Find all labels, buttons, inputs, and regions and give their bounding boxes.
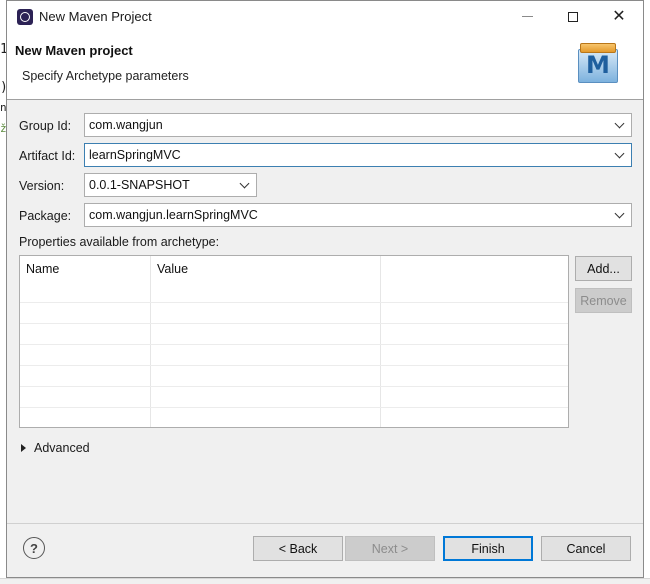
window-title: New Maven Project (39, 9, 152, 24)
next-button[interactable]: Next > (345, 536, 435, 561)
advanced-label: Advanced (34, 441, 90, 455)
minimize-icon (521, 16, 533, 17)
properties-label: Properties available from archetype: (19, 235, 220, 249)
row-divider (20, 407, 568, 408)
new-maven-project-dialog: New Maven Project ✕ New Maven project Sp… (6, 0, 644, 578)
row-divider (20, 302, 568, 303)
help-icon[interactable]: ? (23, 537, 45, 559)
version-value: 0.0.1-SNAPSHOT (89, 178, 190, 192)
chevron-down-icon[interactable] (615, 119, 626, 130)
version-label: Version: (19, 179, 65, 193)
package-combo[interactable]: com.wangjun.learnSpringMVC (84, 203, 632, 227)
page-subtitle: Specify Archetype parameters (22, 69, 189, 83)
column-divider (150, 256, 151, 427)
artifact-id-value: learnSpringMVC (89, 148, 181, 162)
back-button[interactable]: < Back (253, 536, 343, 561)
properties-table[interactable]: Name Value (19, 255, 569, 428)
expand-triangle-icon[interactable] (21, 444, 26, 452)
group-id-combo[interactable]: com.wangjun (84, 113, 632, 137)
title-bar: New Maven Project ✕ (7, 1, 643, 32)
close-icon: ✕ (612, 7, 626, 25)
chevron-down-icon[interactable] (615, 149, 626, 160)
remove-property-button[interactable]: Remove (575, 288, 632, 313)
cancel-button[interactable]: Cancel (541, 536, 631, 561)
page-title: New Maven project (15, 43, 133, 58)
maven-logo-icon: M (574, 41, 622, 87)
artifact-id-combo[interactable]: learnSpringMVC (84, 143, 632, 167)
footer-divider (7, 523, 643, 524)
wizard-header: New Maven project Specify Archetype para… (7, 32, 643, 100)
column-header-name[interactable]: Name (20, 256, 151, 282)
artifact-id-label: Artifact Id: (19, 149, 76, 163)
column-header-extra[interactable] (381, 256, 568, 282)
package-value: com.wangjun.learnSpringMVC (89, 208, 258, 222)
minimize-button[interactable] (504, 1, 550, 32)
row-divider (20, 323, 568, 324)
maven-logo-letter: M (586, 51, 610, 79)
maximize-icon (568, 11, 578, 22)
maximize-button[interactable] (550, 1, 596, 32)
package-label: Package: (19, 209, 72, 223)
add-property-button[interactable]: Add... (575, 256, 632, 281)
row-divider (20, 386, 568, 387)
eclipse-icon (17, 9, 33, 25)
background-taskbar-strip (0, 578, 650, 584)
chevron-down-icon[interactable] (615, 209, 626, 220)
column-header-value[interactable]: Value (151, 256, 381, 282)
version-combo[interactable]: 0.0.1-SNAPSHOT (84, 173, 257, 197)
column-divider (380, 256, 381, 427)
group-id-value: com.wangjun (89, 118, 163, 132)
group-id-label: Group Id: (19, 119, 72, 133)
chevron-down-icon[interactable] (240, 179, 251, 190)
close-button[interactable]: ✕ (596, 1, 642, 32)
row-divider (20, 365, 568, 366)
advanced-section-toggle[interactable]: Advanced (21, 441, 90, 455)
row-divider (20, 344, 568, 345)
finish-button[interactable]: Finish (443, 536, 533, 561)
